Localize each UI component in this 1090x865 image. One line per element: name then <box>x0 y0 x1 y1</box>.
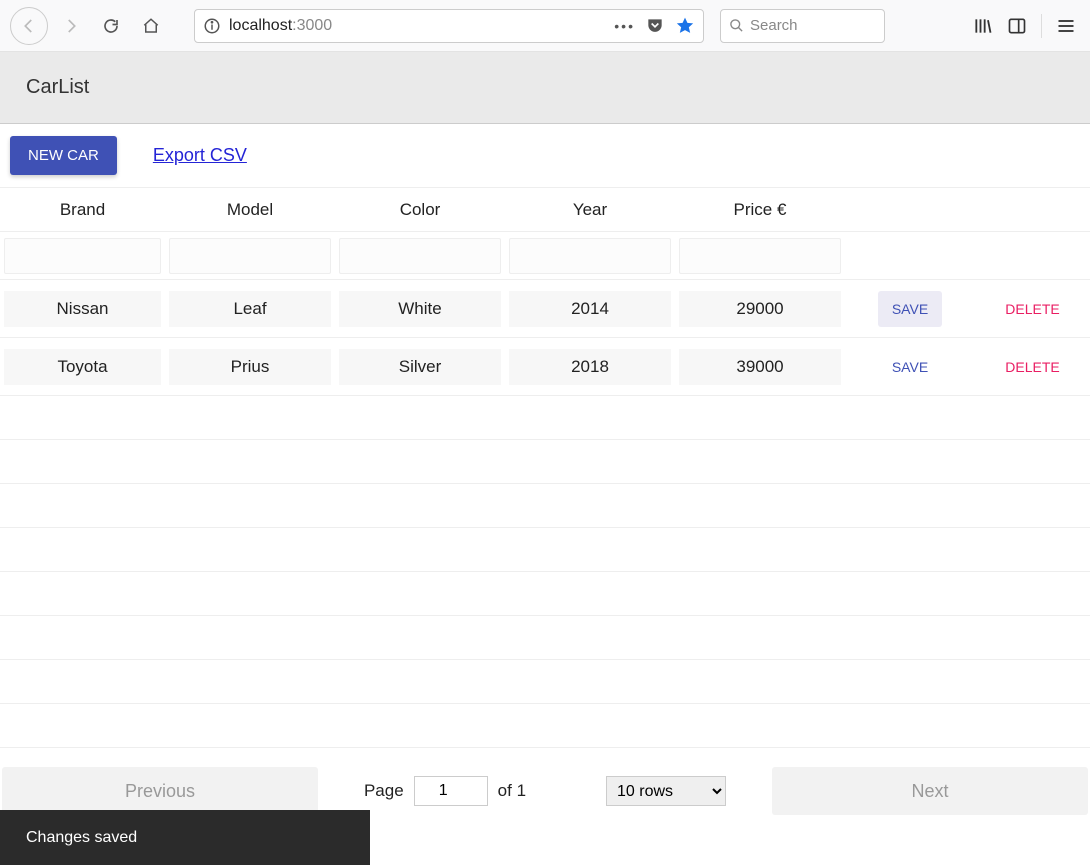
url-host: localhost <box>229 17 292 34</box>
empty-row <box>0 704 1090 748</box>
library-icon[interactable] <box>973 16 993 36</box>
toast-notification: Changes saved <box>0 810 370 865</box>
cell-color[interactable]: Silver <box>339 349 501 385</box>
url-bar[interactable]: localhost:3000 ••• <box>194 9 704 43</box>
cell-brand[interactable]: Nissan <box>4 291 161 327</box>
cell-year[interactable]: 2014 <box>509 291 671 327</box>
cell-price[interactable]: 39000 <box>679 349 841 385</box>
home-button[interactable] <box>134 9 168 43</box>
cell-model[interactable]: Prius <box>169 349 331 385</box>
filter-brand[interactable] <box>4 238 161 274</box>
table-header: Brand Model Color Year Price € <box>0 188 1090 232</box>
cell-price[interactable]: 29000 <box>679 291 841 327</box>
page-label: Page <box>364 781 404 801</box>
empty-row <box>0 396 1090 440</box>
filter-price[interactable] <box>679 238 841 274</box>
next-button[interactable]: Next <box>772 767 1088 815</box>
sidebar-icon[interactable] <box>1007 16 1027 36</box>
browser-toolbar: localhost:3000 ••• Search <box>0 0 1090 52</box>
new-car-button[interactable]: NEW CAR <box>10 136 117 175</box>
reload-icon <box>102 17 120 35</box>
empty-row <box>0 528 1090 572</box>
filter-model[interactable] <box>169 238 331 274</box>
table-filter-row <box>0 232 1090 280</box>
cell-brand[interactable]: Toyota <box>4 349 161 385</box>
reload-button[interactable] <box>94 9 128 43</box>
page-of-label: of 1 <box>498 781 526 801</box>
url-text: localhost:3000 <box>229 17 606 35</box>
separator <box>1041 14 1042 38</box>
search-icon <box>729 18 744 33</box>
empty-row <box>0 572 1090 616</box>
arrow-left-icon <box>20 17 38 35</box>
cell-year[interactable]: 2018 <box>509 349 671 385</box>
app-toolbar: NEW CAR Export CSV <box>0 124 1090 187</box>
cell-model[interactable]: Leaf <box>169 291 331 327</box>
page-actions-icon[interactable]: ••• <box>614 18 635 34</box>
page-number-input[interactable] <box>414 776 488 806</box>
cell-color[interactable]: White <box>339 291 501 327</box>
export-csv-link[interactable]: Export CSV <box>153 145 247 166</box>
table-row: Nissan Leaf White 2014 29000 SAVE DELETE <box>0 280 1090 338</box>
delete-button[interactable]: DELETE <box>999 293 1065 325</box>
delete-button[interactable]: DELETE <box>999 351 1065 383</box>
table-row: Toyota Prius Silver 2018 39000 SAVE DELE… <box>0 338 1090 396</box>
filter-year[interactable] <box>509 238 671 274</box>
empty-row <box>0 660 1090 704</box>
toast-message: Changes saved <box>26 829 137 847</box>
empty-row <box>0 440 1090 484</box>
browser-search-box[interactable]: Search <box>720 9 885 43</box>
page-title: CarList <box>26 76 89 99</box>
empty-row <box>0 616 1090 660</box>
pocket-icon[interactable] <box>645 16 665 36</box>
arrow-right-icon <box>62 17 80 35</box>
col-price[interactable]: Price € <box>675 200 845 220</box>
browser-search-placeholder: Search <box>750 17 798 34</box>
app-header: CarList <box>0 52 1090 124</box>
back-button[interactable] <box>10 7 48 45</box>
col-color[interactable]: Color <box>335 200 505 220</box>
empty-row <box>0 484 1090 528</box>
url-port: :3000 <box>292 17 332 34</box>
filter-color[interactable] <box>339 238 501 274</box>
col-model[interactable]: Model <box>165 200 335 220</box>
col-year[interactable]: Year <box>505 200 675 220</box>
home-icon <box>142 17 160 35</box>
col-brand[interactable]: Brand <box>0 200 165 220</box>
info-icon <box>203 17 221 35</box>
data-table: Brand Model Color Year Price € Nissan Le… <box>0 187 1090 748</box>
save-button[interactable]: SAVE <box>878 291 942 327</box>
rows-per-page-select[interactable]: 10 rows <box>606 776 726 806</box>
save-button[interactable]: SAVE <box>878 349 942 385</box>
previous-button[interactable]: Previous <box>2 767 318 815</box>
bookmark-star-icon[interactable] <box>675 16 695 36</box>
forward-button[interactable] <box>54 9 88 43</box>
hamburger-menu-icon[interactable] <box>1056 16 1076 36</box>
